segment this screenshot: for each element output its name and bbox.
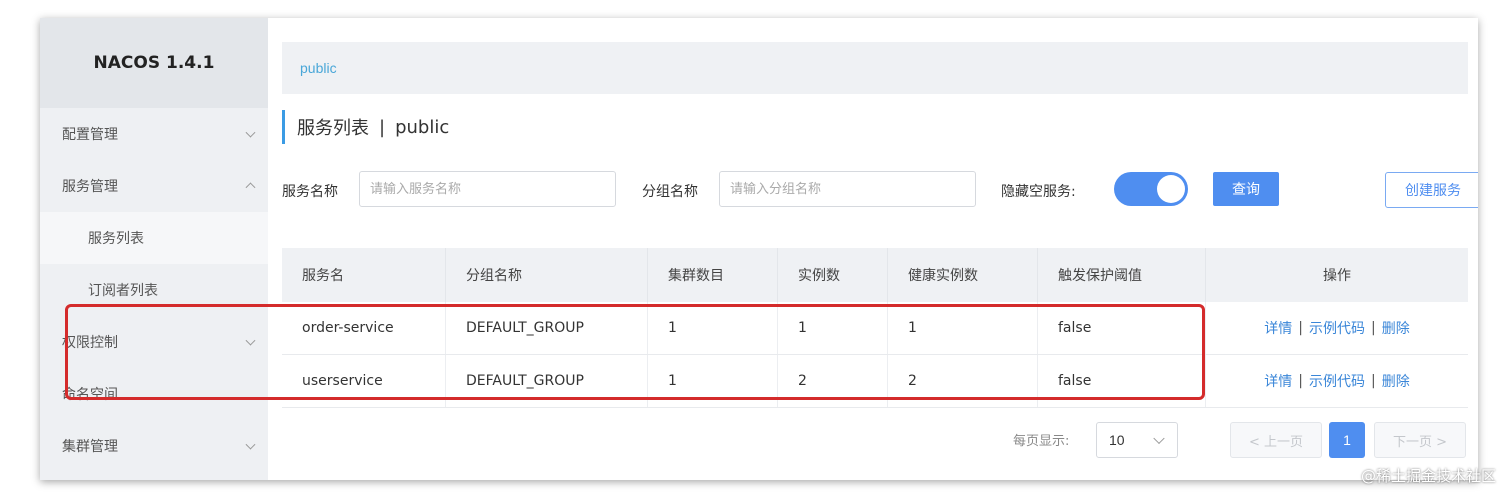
per-page-select[interactable]: 10 <box>1096 422 1178 458</box>
action-separator: | <box>1298 373 1303 389</box>
sidebar-item-label: 服务列表 <box>88 231 144 247</box>
cell-group: DEFAULT_GROUP <box>446 355 648 407</box>
chevron-down-icon <box>1153 432 1165 445</box>
cell-instances: 2 <box>778 355 888 407</box>
table-row: userservice DEFAULT_GROUP 1 2 2 false 详情… <box>282 355 1468 408</box>
chevron-down-icon <box>245 335 256 346</box>
sidebar-item-cluster[interactable]: 集群管理 <box>40 420 268 472</box>
main-content: public 服务列表 | public 服务名称 分组名称 隐藏空服务: 查询… <box>268 18 1478 480</box>
sidebar-item-subscribers[interactable]: 订阅者列表 <box>40 264 268 316</box>
prev-page-button[interactable]: < 上一页 <box>1230 422 1322 458</box>
cell-service-name: order-service <box>282 302 446 354</box>
group-name-input[interactable] <box>719 171 976 207</box>
cell-clusters: 1 <box>648 355 778 407</box>
column-header: 操作 <box>1323 268 1351 284</box>
cell-group: DEFAULT_GROUP <box>446 302 648 354</box>
column-header[interactable]: 健康实例数 <box>888 248 1038 302</box>
cell-actions: 详情 | 示例代码 | 删除 <box>1206 302 1468 354</box>
sample-code-link[interactable]: 示例代码 <box>1309 371 1365 391</box>
toggle-knob <box>1157 175 1185 203</box>
sidebar-item-label: 命名空间 <box>62 387 118 403</box>
sidebar-item-permissions[interactable]: 权限控制 <box>40 316 268 368</box>
sidebar-item-config[interactable]: 配置管理 <box>40 108 268 160</box>
cell-actions: 详情 | 示例代码 | 删除 <box>1206 355 1468 407</box>
column-header[interactable]: 分组名称 <box>446 248 648 302</box>
app-window: NACOS 1.4.1 配置管理 服务管理 服务列表 订阅者列表 权限控制 命名… <box>40 18 1478 480</box>
detail-link[interactable]: 详情 <box>1264 371 1292 391</box>
chevron-down-icon <box>245 439 256 450</box>
watermark: @稀土掘金技术社区 <box>1360 467 1496 485</box>
action-separator: | <box>1371 320 1376 336</box>
column-header[interactable]: 服务名 <box>282 248 446 302</box>
query-button[interactable]: 查询 <box>1213 172 1279 206</box>
column-header[interactable]: 触发保护阈值 <box>1038 248 1206 302</box>
cell-threshold: false <box>1038 302 1206 354</box>
namespace-link-public[interactable]: public <box>300 60 337 76</box>
per-page-label: 每页显示: <box>1013 434 1070 449</box>
sidebar-item-service-mgmt[interactable]: 服务管理 <box>40 160 268 212</box>
column-header[interactable]: 实例数 <box>778 248 888 302</box>
sidebar-item-namespace[interactable]: 命名空间 <box>40 368 268 420</box>
action-separator: | <box>1298 320 1303 336</box>
sidebar-item-label: 配置管理 <box>62 127 118 143</box>
service-name-label: 服务名称 <box>282 184 338 200</box>
table-row: order-service DEFAULT_GROUP 1 1 1 false … <box>282 302 1468 355</box>
sidebar-item-service-list[interactable]: 服务列表 <box>40 212 268 264</box>
sidebar-item-label: 服务管理 <box>62 179 118 195</box>
page-title: 服务列表 | public <box>282 110 449 144</box>
create-service-button[interactable]: 创建服务 <box>1385 172 1478 208</box>
brand-logo: NACOS 1.4.1 <box>40 18 268 108</box>
detail-link[interactable]: 详情 <box>1264 318 1292 338</box>
table-header: 服务名 分组名称 集群数目 实例数 健康实例数 触发保护阈值 操作 <box>282 248 1468 302</box>
chevron-up-icon <box>245 182 256 193</box>
action-separator: | <box>1371 373 1376 389</box>
filter-bar: 服务名称 分组名称 隐藏空服务: 查询 创建服务 <box>282 170 1478 210</box>
sidebar-item-label: 订阅者列表 <box>88 283 158 299</box>
service-table: 服务名 分组名称 集群数目 实例数 健康实例数 触发保护阈值 操作 order-… <box>282 248 1468 408</box>
delete-link[interactable]: 删除 <box>1382 318 1410 338</box>
sidebar: NACOS 1.4.1 配置管理 服务管理 服务列表 订阅者列表 权限控制 命名… <box>40 18 268 480</box>
sidebar-item-label: 集群管理 <box>62 439 118 455</box>
cell-instances: 1 <box>778 302 888 354</box>
cell-threshold: false <box>1038 355 1206 407</box>
chevron-down-icon <box>245 127 256 138</box>
delete-link[interactable]: 删除 <box>1382 371 1410 391</box>
namespace-bar: public <box>282 42 1468 94</box>
page-title-text: 服务列表 <box>297 118 369 139</box>
sidebar-item-label: 权限控制 <box>62 335 118 351</box>
sample-code-link[interactable]: 示例代码 <box>1309 318 1365 338</box>
title-separator: | <box>379 116 386 138</box>
per-page-value: 10 <box>1109 432 1125 448</box>
cell-service-name: userservice <box>282 355 446 407</box>
hide-empty-label: 隐藏空服务: <box>1001 184 1076 200</box>
column-header[interactable]: 集群数目 <box>648 248 778 302</box>
page-title-namespace: public <box>395 116 450 138</box>
service-name-input[interactable] <box>359 171 616 207</box>
cell-healthy: 1 <box>888 302 1038 354</box>
next-page-button[interactable]: 下一页 > <box>1374 422 1466 458</box>
group-name-label: 分组名称 <box>642 184 698 200</box>
hide-empty-toggle[interactable] <box>1114 172 1188 206</box>
page-1-button[interactable]: 1 <box>1329 422 1365 458</box>
cell-healthy: 2 <box>888 355 1038 407</box>
cell-clusters: 1 <box>648 302 778 354</box>
